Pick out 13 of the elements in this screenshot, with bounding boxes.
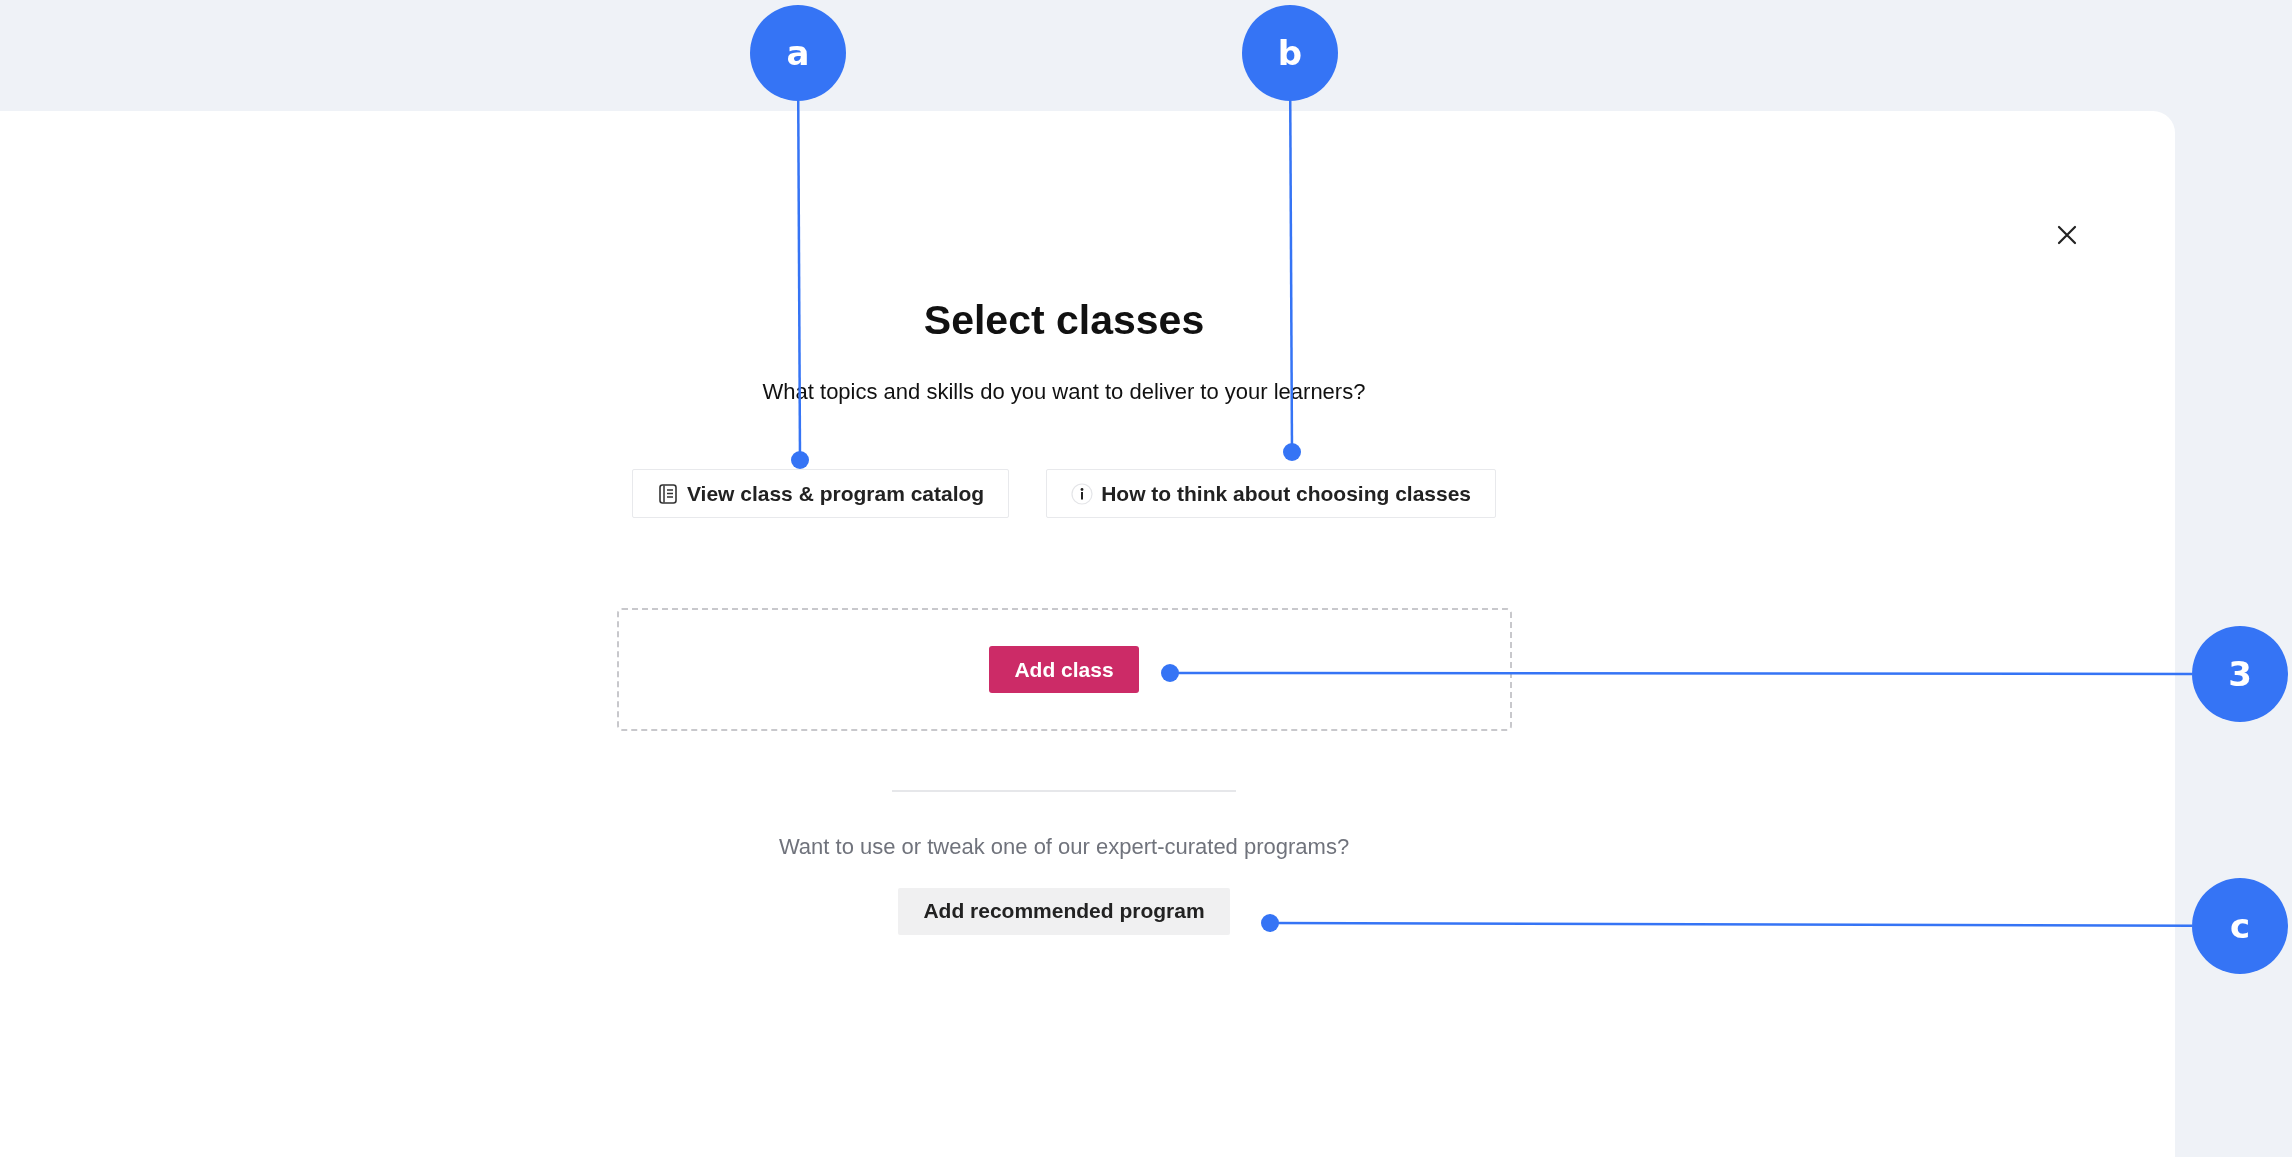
dialog-title: Select classes: [923, 296, 1205, 345]
add-program-button[interactable]: Add recommended program: [898, 887, 1230, 935]
guide-link[interactable]: How to think about choosing classes: [1046, 469, 1497, 518]
prompt-text: Want to use or tweak one of our expert-curated programs?: [778, 833, 1350, 860]
callout-badge: b: [1242, 5, 1338, 101]
callout-badge: 3: [2192, 626, 2288, 722]
close-icon[interactable]: [2055, 223, 2079, 247]
callout-badge: c: [2192, 878, 2288, 974]
add-class-button[interactable]: Add class: [989, 646, 1139, 693]
catalog-link[interactable]: View class & program catalog: [631, 469, 1010, 518]
callout-badge: a: [750, 5, 846, 101]
info-icon: [1071, 482, 1094, 505]
book-icon: [656, 482, 679, 505]
